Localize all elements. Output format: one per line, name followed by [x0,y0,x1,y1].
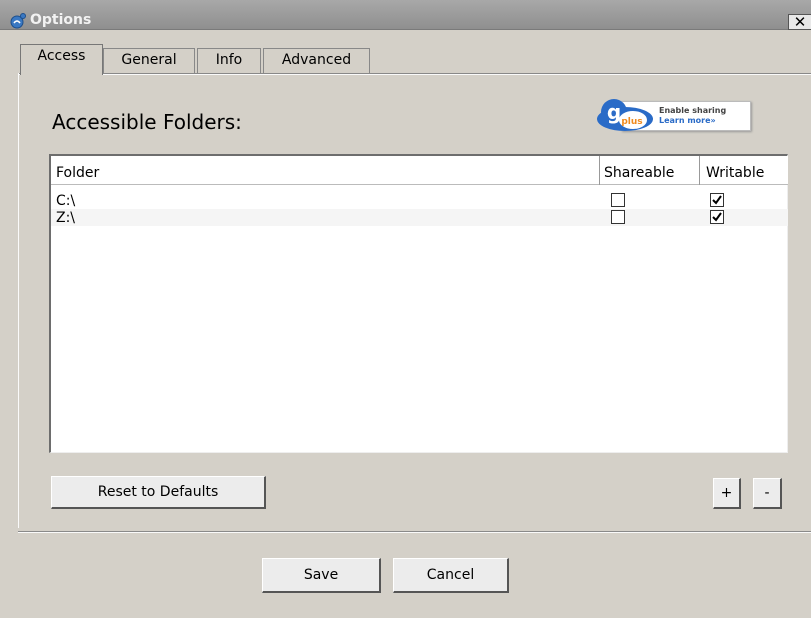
check-icon [712,212,722,222]
folders-table[interactable]: Folder Shareable Writable C:\ Z:\ [49,154,788,453]
tab-label: General [121,52,177,68]
gplus-learn-more-link[interactable]: Learn more» [659,116,726,126]
save-button[interactable]: Save [262,558,381,593]
check-icon [712,195,722,205]
cancel-button[interactable]: Cancel [393,558,509,593]
tab-advanced[interactable]: Advanced [263,48,370,74]
tab-panel-bottom-highlight [18,532,811,533]
tab-label: Access [37,48,86,64]
gplus-text: Enable sharing Learn more» [659,106,726,126]
shareable-checkbox[interactable] [611,210,625,224]
remove-folder-button[interactable]: - [753,478,782,509]
writable-checkbox[interactable] [710,210,724,224]
add-folder-button[interactable]: + [713,478,741,509]
tab-general[interactable]: General [103,48,195,74]
writable-checkbox[interactable] [710,193,724,207]
folder-path: Z:\ [56,210,76,226]
title-bar: Options ✕ [0,0,811,30]
close-icon: ✕ [793,13,807,31]
gplus-line1: Enable sharing [659,106,727,115]
table-row[interactable]: C:\ [51,192,788,209]
tab-panel-highlight [18,74,811,75]
gplus-logo-icon: g plus [597,99,653,131]
tab-panel-left-edge [18,73,19,528]
app-icon [10,13,26,29]
folder-path: C:\ [56,193,76,209]
column-header-folder[interactable]: Folder [51,156,600,185]
tab-label: Info [215,52,243,68]
gplus-logo-letter: g [607,100,621,124]
column-header-shareable[interactable]: Shareable [600,156,700,185]
table-header: Folder Shareable Writable [51,156,788,185]
reset-to-defaults-button[interactable]: Reset to Defaults [51,476,266,509]
close-button[interactable]: ✕ [788,14,811,30]
tab-access[interactable]: Access [20,44,103,75]
table-row[interactable]: Z:\ [51,209,788,226]
gplus-sharing-badge[interactable]: g plus Enable sharing Learn more» [595,97,755,137]
shareable-checkbox[interactable] [611,193,625,207]
gplus-logo-sub: plus [621,117,642,127]
column-header-writable[interactable]: Writable [700,156,788,185]
tab-info[interactable]: Info [197,48,261,74]
window-title: Options [30,12,92,28]
tab-label: Advanced [281,52,352,68]
section-title: Accessible Folders: [52,110,242,134]
